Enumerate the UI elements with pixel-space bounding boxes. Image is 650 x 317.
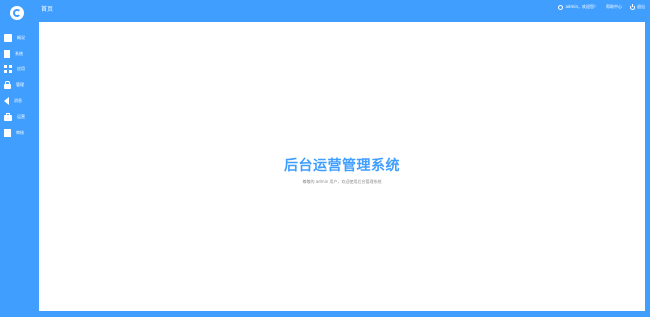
page-title: 首页 [41,6,54,13]
user-icon [558,4,564,10]
sidebar: 概况 系统 应用 管理 消息 运营 审核 [0,0,38,317]
card-icon [4,33,12,42]
top-header: 首页 admin，欢迎您！ 帮助中心 退出 [38,0,650,22]
grid-icon [4,65,12,74]
logout-button[interactable]: 退出 [630,3,645,10]
lock-icon [4,81,11,90]
sidebar-item-label: 应用 [17,66,25,72]
header-actions: admin，欢迎您！ 帮助中心 退出 [550,3,645,10]
sidebar-item-manage[interactable]: 管理 [0,77,38,93]
sidebar-item-label: 消息 [14,98,22,104]
sidebar-item-label: 概况 [17,34,25,40]
sidebar-menu: 概况 系统 应用 管理 消息 运营 审核 [0,30,38,141]
sidebar-item-messages[interactable]: 消息 [0,93,38,109]
user-greeting: admin，欢迎您！ [565,4,598,9]
sidebar-item-apps[interactable]: 应用 [0,62,38,78]
logo-icon[interactable] [10,6,24,20]
welcome-title: 后台运营管理系统 [284,158,400,174]
sidebar-item-review[interactable]: 审核 [0,125,38,141]
help-link[interactable]: 帮助中心 [606,4,622,10]
main-content: 后台运营管理系统 尊敬的 admin 用户，欢迎使用后台管理系统 [39,22,645,311]
sidebar-item-label: 管理 [16,82,24,88]
speaker-icon [4,97,9,106]
power-icon [630,3,635,10]
sidebar-item-system[interactable]: 系统 [0,46,38,62]
sidebar-item-label: 审核 [16,129,24,135]
welcome-subtitle: 尊敬的 admin 用户，欢迎使用后台管理系统 [302,179,382,184]
document-icon [4,49,10,58]
sidebar-item-overview[interactable]: 概况 [0,30,38,46]
sidebar-item-label: 系统 [15,50,23,56]
briefcase-icon [4,112,12,121]
sidebar-item-operations[interactable]: 运营 [0,109,38,125]
logout-label: 退出 [637,4,645,9]
sidebar-item-label: 运营 [17,113,25,119]
edit-icon [4,128,11,137]
user-menu[interactable]: admin，欢迎您！ [558,4,598,10]
